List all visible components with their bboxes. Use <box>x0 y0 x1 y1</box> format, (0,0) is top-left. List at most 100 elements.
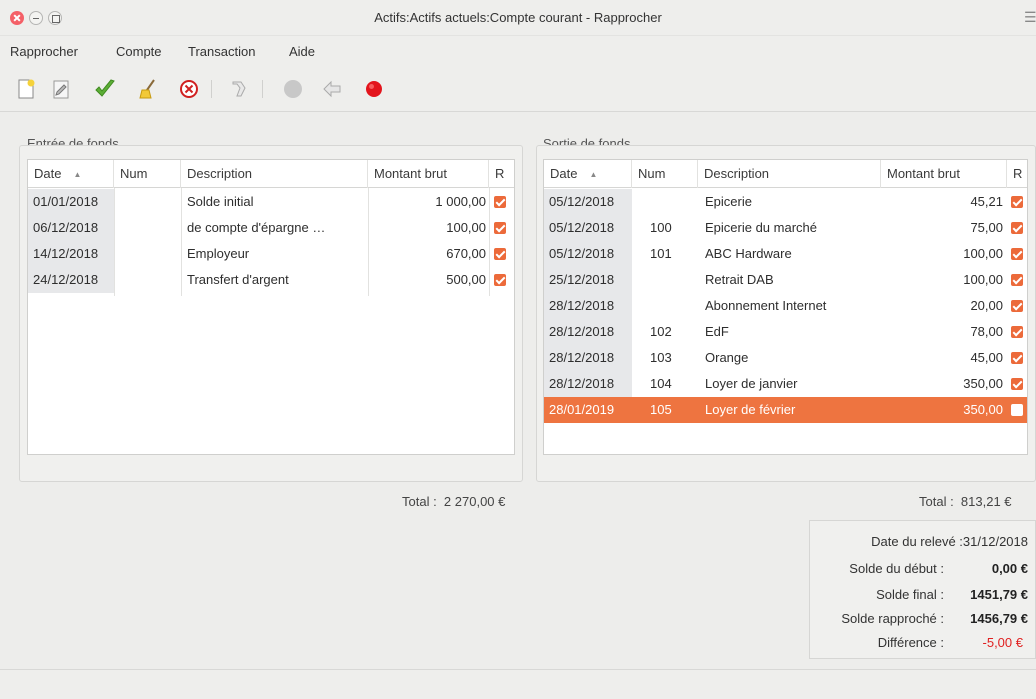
row-description: Retrait DAB <box>705 272 774 287</box>
reconciled-checkbox[interactable] <box>494 196 506 208</box>
reconciled-checkbox[interactable] <box>1011 404 1023 416</box>
start-balance-value: 0,00 € <box>991 561 1028 576</box>
total-value: 813,21 € <box>960 494 1012 509</box>
statement-date: Date du relevé :31/12/2018 <box>871 534 1028 549</box>
reconciled-checkbox[interactable] <box>1011 300 1023 312</box>
row-amount: 670,00 <box>446 246 486 261</box>
menu-transaction[interactable]: Transaction <box>188 44 255 59</box>
row-num: 101 <box>650 246 672 261</box>
jump-icon[interactable] <box>228 78 250 100</box>
col-date-header[interactable]: Date ▲ <box>28 160 114 188</box>
row-num <box>632 267 698 293</box>
row-description: Loyer de janvier <box>705 376 798 391</box>
table-row[interactable]: 28/12/2018 Abonnement Internet 20,00 <box>544 293 1027 319</box>
reconciled-checkbox[interactable] <box>1011 326 1023 338</box>
table-row[interactable]: 01/01/2018 Solde initial 1 000,00 <box>28 189 514 215</box>
table-row[interactable]: 28/12/2018 103 Orange 45,00 <box>544 345 1027 371</box>
cancel-icon[interactable] <box>178 78 200 100</box>
reconciled-checkbox[interactable] <box>1011 378 1023 390</box>
menu-compte[interactable]: Compte <box>116 44 162 59</box>
reconciled-balance-label: Solde rapproché : <box>841 611 944 626</box>
table-row[interactable]: 28/12/2018 104 Loyer de janvier 350,00 <box>544 371 1027 397</box>
col-num-header[interactable]: Num <box>632 160 698 188</box>
col-num-header[interactable]: Num <box>114 160 181 188</box>
table-row[interactable]: 05/12/2018 100 Epicerie du marché 75,00 <box>544 215 1027 241</box>
col-r-header[interactable]: R <box>489 160 514 188</box>
table-row[interactable]: 05/12/2018 Epicerie 45,21 <box>544 189 1027 215</box>
reconciled-checkbox[interactable] <box>1011 352 1023 364</box>
row-date: 05/12/2018 <box>544 189 632 215</box>
col-description-header[interactable]: Description <box>181 160 368 188</box>
col-date-header[interactable]: Date ▲ <box>544 160 632 188</box>
status-bar <box>0 669 1036 699</box>
broom-icon[interactable] <box>137 78 159 100</box>
row-amount: 100,00 <box>963 272 1003 287</box>
statement-date-value: 31/12/2018 <box>962 534 1028 549</box>
row-description: Solde initial <box>187 194 254 209</box>
row-amount: 100,00 <box>446 220 486 235</box>
row-num <box>114 215 181 241</box>
table-row[interactable]: 24/12/2018 Transfert d'argent 500,00 <box>28 267 514 293</box>
row-date: 28/12/2018 <box>544 371 632 397</box>
row-description: Orange <box>705 350 749 365</box>
row-num: 100 <box>650 220 672 235</box>
reconciled-checkbox[interactable] <box>494 222 506 234</box>
row-amount: 75,00 <box>970 220 1003 235</box>
table-row[interactable]: 14/12/2018 Employeur 670,00 <box>28 241 514 267</box>
reconciled-checkbox[interactable] <box>1011 248 1023 260</box>
funds-in-table[interactable]: Date ▲ Num Description Montant brut R 01/… <box>27 159 515 455</box>
row-num <box>114 267 181 293</box>
col-description-header[interactable]: Description <box>698 160 881 188</box>
table-row-selected[interactable]: 28/01/2019 105 Loyer de février 350,00 <box>544 397 1027 423</box>
table-row[interactable]: 06/12/2018 de compte d'épargne … 100,00 <box>28 215 514 241</box>
table-row[interactable]: 25/12/2018 Retrait DAB 100,00 <box>544 267 1027 293</box>
row-amount: 350,00 <box>963 402 1003 417</box>
reconciled-checkbox[interactable] <box>1011 222 1023 234</box>
row-date: 28/01/2019 <box>549 402 615 417</box>
reconciled-checkbox[interactable] <box>1011 274 1023 286</box>
toolbar-separator <box>211 80 212 98</box>
row-date: 14/12/2018 <box>28 241 114 267</box>
funds-in-total: Total : 2 270,00 € <box>402 494 505 509</box>
final-balance-label: Solde final : <box>876 587 944 602</box>
row-date: 05/12/2018 <box>544 241 632 267</box>
col-amount-header[interactable]: Montant brut <box>881 160 1007 188</box>
row-amount: 100,00 <box>963 246 1003 261</box>
row-date: 28/12/2018 <box>544 319 632 345</box>
record-icon[interactable] <box>363 78 385 100</box>
row-description: Abonnement Internet <box>705 298 827 313</box>
row-amount: 20,00 <box>970 298 1003 313</box>
row-description: Employeur <box>187 246 250 261</box>
reconciled-checkbox[interactable] <box>494 274 506 286</box>
row-description: Loyer de février <box>705 402 796 417</box>
funds-out-table[interactable]: Date ▲ Num Description Montant brut R 05/… <box>543 159 1028 455</box>
row-description: Epicerie du marché <box>705 220 817 235</box>
row-num: 105 <box>650 402 672 417</box>
hamburger-icon[interactable]: ☰ <box>1024 10 1036 24</box>
row-date: 25/12/2018 <box>544 267 632 293</box>
new-icon[interactable] <box>15 78 37 100</box>
table-row[interactable]: 28/12/2018 102 EdF 78,00 <box>544 319 1027 345</box>
row-num <box>632 293 698 319</box>
total-label: Total : <box>402 494 437 509</box>
row-description: ABC Hardware <box>705 246 792 261</box>
funds-out-total: Total : 813,21 € <box>919 494 1012 509</box>
statement-date-label: Date du relevé : <box>871 534 963 549</box>
check-icon[interactable] <box>94 78 116 100</box>
toolbar <box>0 66 1036 112</box>
menu-rapprocher[interactable]: Rapprocher <box>10 44 78 59</box>
reconciled-checkbox[interactable] <box>494 248 506 260</box>
table-row[interactable]: 05/12/2018 101 ABC Hardware 100,00 <box>544 241 1027 267</box>
window-title: Actifs:Actifs actuels:Compte courant - R… <box>374 10 662 25</box>
circle-icon[interactable] <box>282 78 304 100</box>
row-description: de compte d'épargne … <box>187 220 326 235</box>
row-num: 104 <box>650 376 672 391</box>
menu-aide[interactable]: Aide <box>289 44 315 59</box>
sort-ascending-icon: ▲ <box>73 170 82 179</box>
col-r-header[interactable]: R <box>1007 160 1027 188</box>
reconciled-checkbox[interactable] <box>1011 196 1023 208</box>
back-arrow-icon[interactable] <box>321 78 343 100</box>
edit-icon[interactable] <box>50 78 72 100</box>
col-amount-header[interactable]: Montant brut <box>368 160 489 188</box>
reconcile-summary: Date du relevé :31/12/2018 Solde du débu… <box>809 520 1036 659</box>
